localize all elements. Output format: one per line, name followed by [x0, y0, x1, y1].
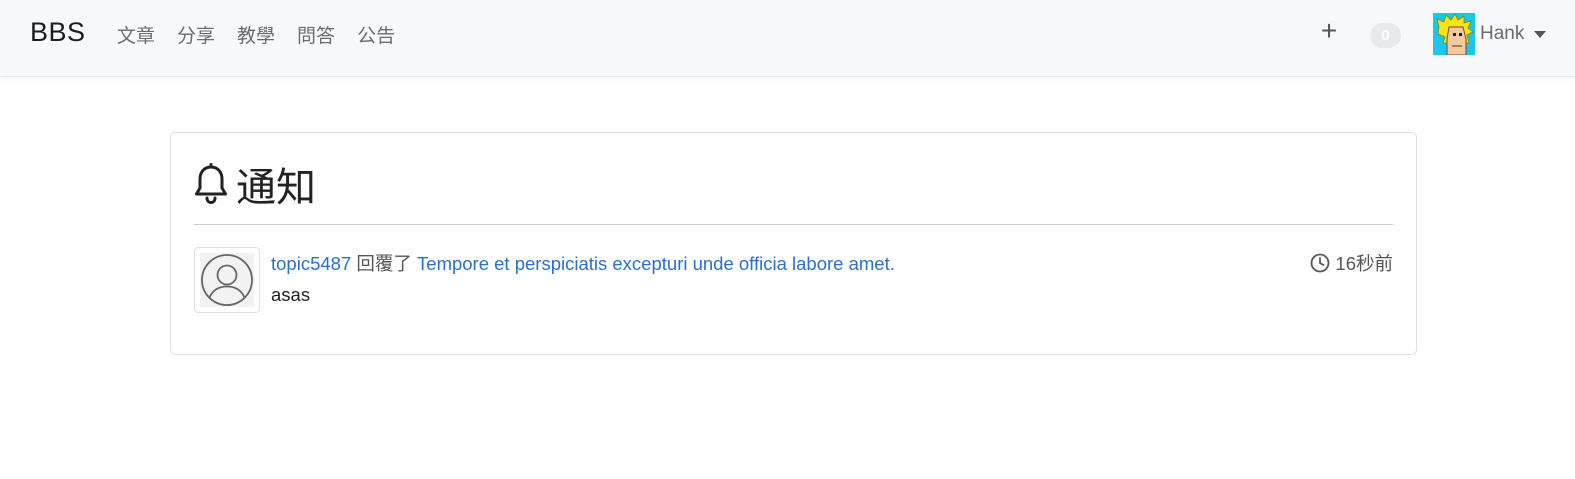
notification-count-badge[interactable]: 0 [1370, 23, 1401, 48]
user-name: Hank [1480, 23, 1525, 44]
user-avatar [1433, 13, 1475, 55]
navbar: BBS 文章 分享 教學 問答 公告 + 0 Hank [0, 0, 1575, 77]
nav-link-tutorial[interactable]: 教學 [237, 21, 275, 48]
default-avatar-icon [200, 253, 254, 307]
notification-timestamp: 16秒前 [1310, 250, 1393, 276]
page-title: 通知 [194, 155, 316, 213]
notification-verb: 回覆了 [356, 253, 412, 274]
nav-link-announcements[interactable]: 公告 [357, 21, 395, 48]
divider [194, 224, 1393, 225]
brand-logo[interactable]: BBS [30, 17, 86, 48]
main-nav: 文章 分享 教學 問答 公告 [117, 21, 395, 48]
new-topic-button[interactable]: + [1315, 14, 1343, 48]
plus-icon: + [1320, 15, 1338, 46]
notification-body: asas [271, 284, 311, 305]
clock-icon [1311, 253, 1330, 273]
user-menu-dropdown[interactable]: Hank [1433, 13, 1547, 55]
nav-link-qa[interactable]: 問答 [297, 21, 335, 48]
notification-user-link[interactable]: topic5487 [271, 253, 351, 274]
bell-icon [195, 163, 227, 205]
notification-header: topic5487 回覆了 Tempore et perspiciatis ex… [271, 250, 895, 276]
page-title-text: 通知 [236, 166, 316, 210]
chevron-down-icon [1534, 31, 1547, 38]
notifications-card: 通知 topic5487 回覆了 Tempore et perspiciatis… [170, 132, 1417, 355]
nav-link-articles[interactable]: 文章 [117, 21, 155, 48]
notification-user-avatar[interactable] [194, 247, 260, 313]
notification-time-text: 16秒前 [1335, 253, 1393, 274]
notification-topic-link[interactable]: Tempore et perspiciatis excepturi unde o… [417, 253, 895, 274]
nav-link-share[interactable]: 分享 [177, 21, 215, 48]
